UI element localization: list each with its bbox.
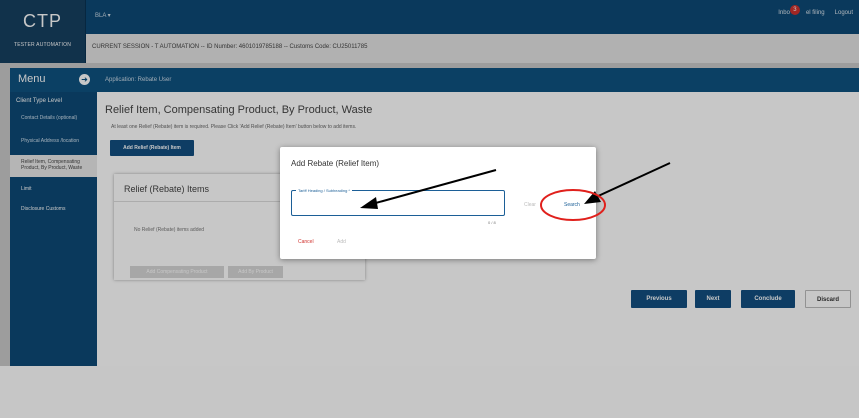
highlight-circle-icon [540,189,606,221]
arrow-to-input-icon [360,169,497,209]
annotation-overlay [360,162,671,221]
arrow-to-search-icon [584,162,671,204]
